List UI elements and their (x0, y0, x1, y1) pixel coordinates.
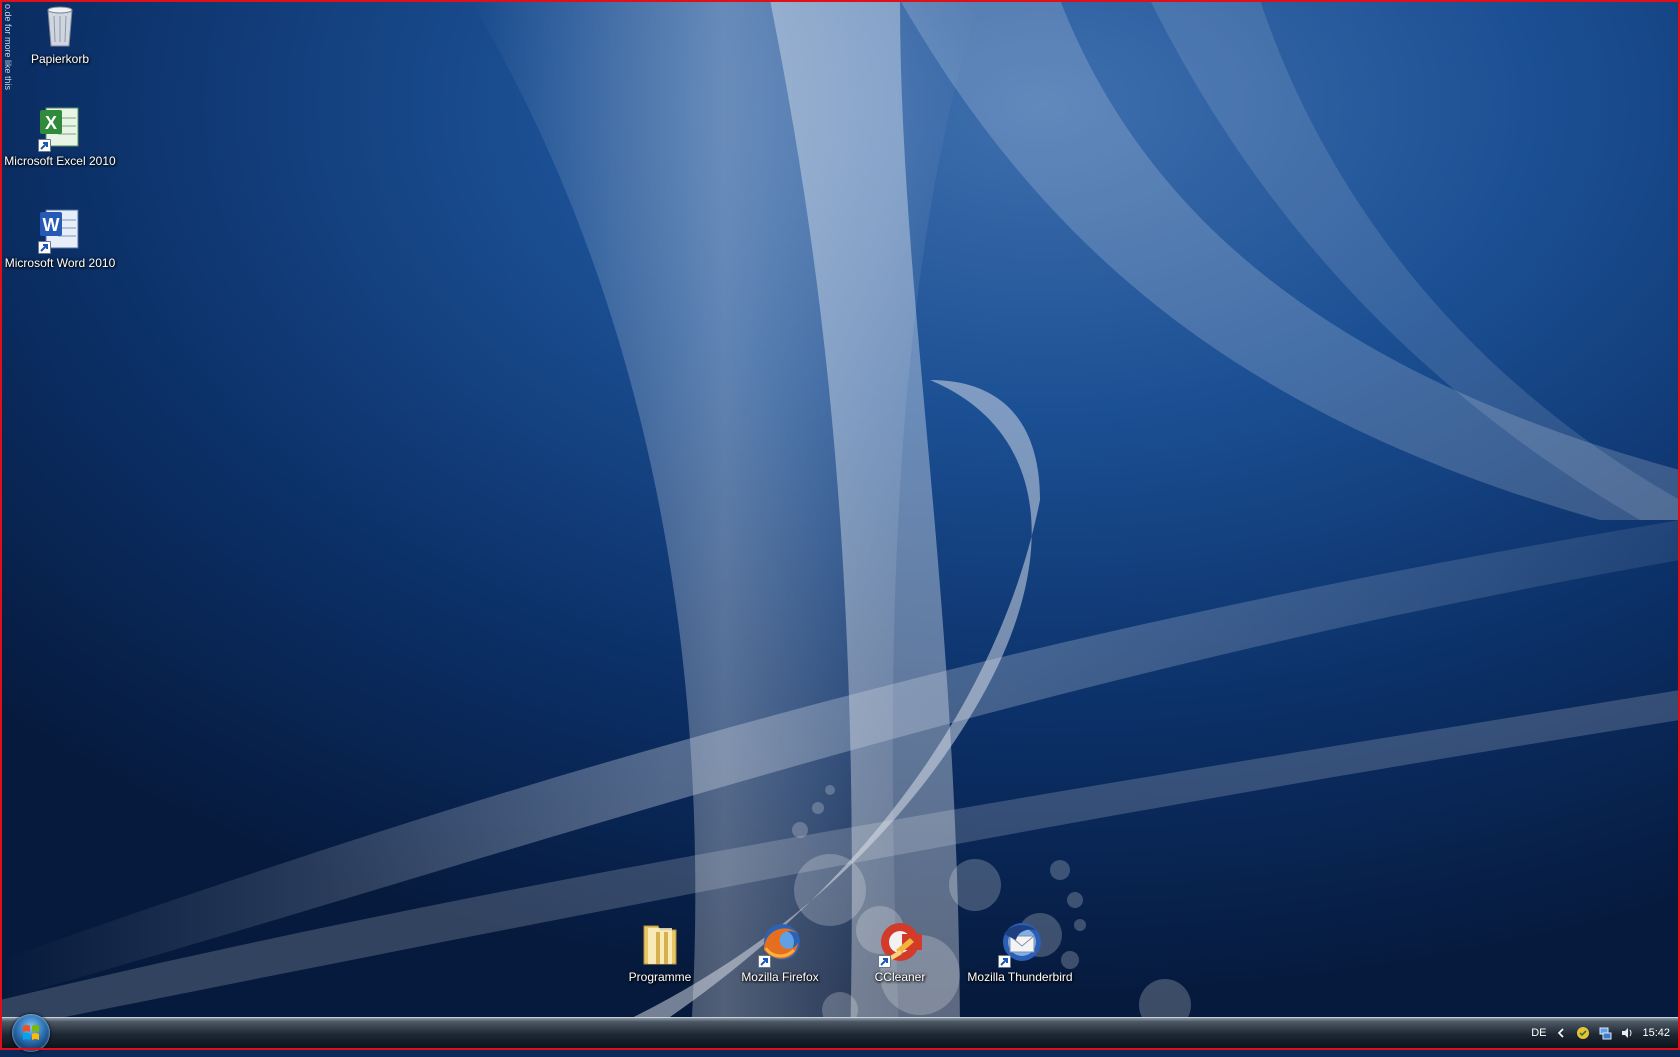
thunderbird-icon (996, 920, 1044, 968)
shortcut-arrow-icon (878, 955, 891, 968)
desktop-icon-label: Programme (628, 970, 692, 984)
desktop-icon-label: Mozilla Thunderbird (967, 970, 1073, 984)
clock[interactable]: 15:42 (1642, 1027, 1670, 1039)
security-shield-icon[interactable] (1576, 1026, 1590, 1040)
desktop-icon-thunderbird[interactable]: Mozilla Thunderbird (960, 920, 1080, 984)
recycle-bin-icon (36, 2, 84, 50)
desktop-icon-recycle-bin[interactable]: Papierkorb (0, 2, 120, 66)
word-icon: W (36, 206, 84, 254)
desktop-icon-label: Microsoft Excel 2010 (4, 154, 116, 168)
desktop-icon-programme[interactable]: Programme (600, 920, 720, 984)
desktop-icon-excel[interactable]: X Microsoft Excel 2010 (0, 104, 120, 168)
desktop-icon-label: Mozilla Firefox (741, 970, 819, 984)
folder-icon (636, 920, 684, 968)
chevron-left-icon[interactable] (1554, 1026, 1568, 1040)
shortcut-arrow-icon (38, 241, 51, 254)
desktop-wallpaper (0, 0, 1680, 1050)
svg-text:W: W (43, 215, 60, 235)
desktop-icon-word[interactable]: W Microsoft Word 2010 (0, 206, 120, 270)
taskbar: DE 15:42 (2, 1014, 1678, 1052)
desktop-icon-label: Papierkorb (30, 52, 90, 66)
system-tray: DE 15:42 (1531, 1018, 1670, 1048)
shortcut-arrow-icon (38, 139, 51, 152)
shortcut-arrow-icon (758, 955, 771, 968)
windows-start-orb-icon[interactable] (12, 1014, 50, 1052)
ccleaner-icon (876, 920, 924, 968)
desktop-icon-ccleaner[interactable]: CCleaner (840, 920, 960, 984)
desktop-icon-label: CCleaner (874, 970, 926, 984)
desktop-icon-firefox[interactable]: Mozilla Firefox (720, 920, 840, 984)
shortcut-arrow-icon (998, 955, 1011, 968)
language-indicator[interactable]: DE (1531, 1027, 1546, 1039)
svg-text:X: X (45, 113, 57, 133)
network-icon[interactable] (1598, 1026, 1612, 1040)
firefox-icon (756, 920, 804, 968)
excel-icon: X (36, 104, 84, 152)
volume-icon[interactable] (1620, 1026, 1634, 1040)
desktop-icon-label: Microsoft Word 2010 (4, 256, 116, 270)
